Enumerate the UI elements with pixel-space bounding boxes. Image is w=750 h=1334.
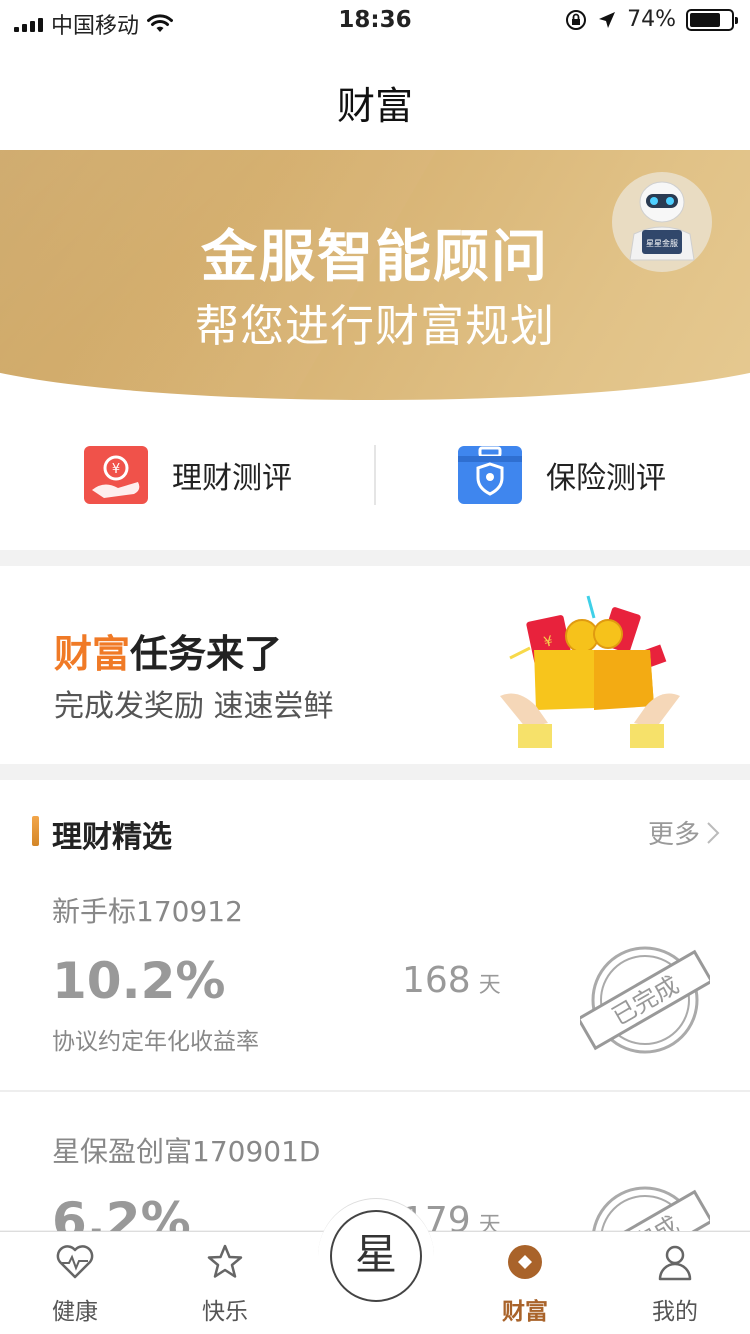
product-days-unit: 天 xyxy=(478,973,501,998)
insurance-eval-button[interactable]: 保险测评 xyxy=(458,445,666,505)
tab-label: 财富 xyxy=(502,1299,548,1325)
wealth-eval-button[interactable]: ¥ 理财测评 xyxy=(84,445,292,505)
nav-bar: 财富 xyxy=(0,40,750,150)
wealth-eval-icon: ¥ xyxy=(84,446,148,504)
product-rate: 10.2% xyxy=(52,952,226,1010)
task-title-rest: 任务来了 xyxy=(130,632,283,676)
product-name: 新手标170912 xyxy=(52,895,243,928)
finance-section: 理财精选 更多 新手标170912 10.2% 协议约定年化收益率 168 天 已… xyxy=(0,780,750,1294)
product-days-value: 168 xyxy=(402,960,471,1001)
section-title: 理财精选 xyxy=(52,820,172,855)
tab-me[interactable]: 我的 xyxy=(600,1232,750,1334)
location-arrow-icon xyxy=(599,11,616,28)
product-card[interactable]: 新手标170912 10.2% 协议约定年化收益率 168 天 已完成 xyxy=(0,890,750,1090)
task-title-accent: 财富 xyxy=(54,632,131,676)
gift-box-icon: ¥ xyxy=(500,595,680,748)
center-star-button[interactable]: 星 xyxy=(330,1210,422,1302)
tab-health[interactable]: 健康 xyxy=(0,1232,150,1334)
more-label: 更多 xyxy=(647,820,700,850)
battery-percent: 74% xyxy=(627,7,676,32)
advisor-banner[interactable]: 金服智能顾问 帮您进行财富规划 星星金服 xyxy=(0,150,750,400)
eval-divider xyxy=(374,445,376,505)
completed-stamp-icon: 已完成 xyxy=(580,946,710,1054)
tab-label: 健康 xyxy=(52,1299,98,1325)
section-accent-bar xyxy=(32,816,39,846)
heart-pulse-icon xyxy=(56,1245,94,1279)
tab-wealth[interactable]: 财富 xyxy=(450,1232,600,1334)
task-title: 财富任务来了 xyxy=(54,623,282,678)
wealth-coin-icon xyxy=(508,1245,542,1279)
page-title: 财富 xyxy=(336,84,413,128)
wealth-task-card[interactable]: 财富任务来了 完成发奖励 速速尝鲜 ¥ xyxy=(0,566,750,764)
chevron-right-icon xyxy=(707,821,720,844)
product-days: 168 天 xyxy=(402,960,501,1001)
product-divider xyxy=(0,1090,750,1092)
product-name: 星保盈创富170901D xyxy=(52,1135,321,1168)
product-rate-label: 协议约定年化收益率 xyxy=(52,1029,259,1055)
insurance-eval-icon xyxy=(458,446,522,504)
tab-happy[interactable]: 快乐 xyxy=(150,1232,300,1334)
robot-advisor-icon[interactable]: 星星金服 xyxy=(612,172,712,272)
tab-label: 我的 xyxy=(652,1299,698,1325)
robot-screen-text: 星星金服 xyxy=(646,238,678,248)
user-icon xyxy=(658,1245,692,1281)
svg-text:¥: ¥ xyxy=(112,462,120,477)
banner-subline: 帮您进行财富规划 xyxy=(195,301,555,352)
task-subtitle: 完成发奖励 速速尝鲜 xyxy=(54,689,334,724)
tab-label: 快乐 xyxy=(202,1299,248,1325)
section-header: 理财精选 更多 xyxy=(0,810,750,855)
status-bar: 中国移动 18:36 74% xyxy=(0,0,750,40)
evaluation-row: ¥ 理财测评 保险测评 xyxy=(0,400,750,550)
star-icon xyxy=(207,1244,243,1278)
more-link[interactable]: 更多 xyxy=(648,814,720,851)
orientation-lock-icon xyxy=(566,9,587,30)
insurance-eval-label: 保险测评 xyxy=(546,461,666,496)
wealth-eval-label: 理财测评 xyxy=(172,461,292,496)
battery-icon xyxy=(686,8,738,31)
tab-bar: 健康 快乐 星 财富 我的 xyxy=(0,1198,750,1334)
